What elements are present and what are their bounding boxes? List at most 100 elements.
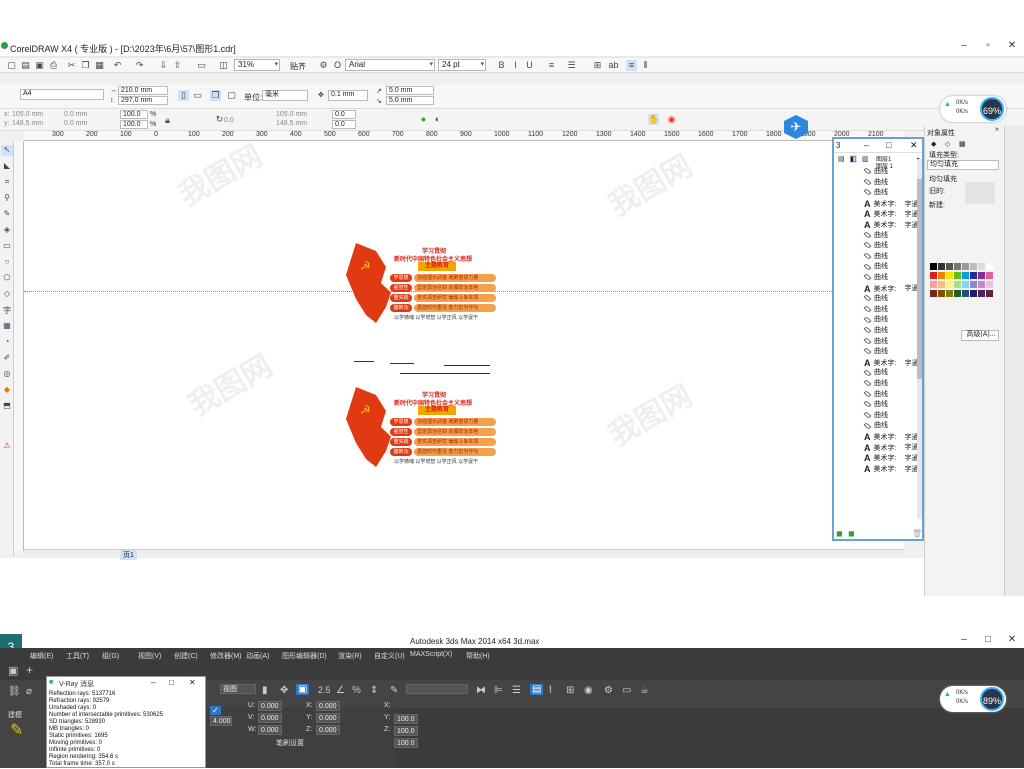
object-list-item[interactable]: 曲线 [863, 400, 888, 410]
page-width-field[interactable]: 210.0 mm [118, 86, 168, 95]
undo-icon[interactable]: ↶ [112, 60, 123, 71]
current-page-icon[interactable]: ▢ [226, 90, 237, 101]
text-format-icon[interactable]: ⊞ [592, 60, 603, 71]
max-menu-item[interactable]: 图形编辑器(D) [282, 651, 327, 661]
object-list-item[interactable]: A 美术字: 字通 [864, 358, 918, 368]
color-swatch[interactable] [978, 263, 985, 270]
link-icon[interactable]: ⛓ [8, 686, 21, 697]
object-list-item[interactable]: 曲线 [863, 379, 888, 389]
color-swatch[interactable] [962, 272, 969, 279]
bullet-icon[interactable]: ☰ [566, 60, 577, 71]
fill-type-select[interactable]: 均匀填充 [927, 160, 999, 170]
scale-x-field[interactable]: 100.0 [394, 714, 418, 724]
object-list-item[interactable]: 曲线 [863, 326, 888, 336]
crop-tool-icon[interactable]: ⌗ [1, 177, 13, 188]
application-launcher-icon[interactable]: ▭ [196, 60, 207, 71]
object-list-item[interactable]: 曲线 [863, 167, 888, 177]
object-list-item[interactable]: 曲线 [863, 389, 888, 400]
network-speed-widget[interactable]: ▲ 0K/s 0K/s 69% [940, 96, 1006, 122]
render-setup-icon[interactable]: ⚙ [604, 685, 613, 696]
rectangle-tool-icon[interactable]: ▭ [1, 241, 13, 252]
ellipse-tool-icon[interactable]: ○ [1, 257, 13, 268]
collapse-icon[interactable]: » [995, 126, 999, 133]
color-swatch[interactable] [962, 263, 969, 270]
object-list-item[interactable]: 曲线 [863, 347, 888, 357]
offset-x-field[interactable]: 0.0 [332, 110, 356, 119]
named-selection-icon[interactable]: ✎ [390, 685, 398, 696]
new-layer-icon[interactable]: ◼ [836, 529, 843, 538]
checkbox-icon[interactable]: ✓ [210, 706, 221, 715]
outline-tab-icon[interactable]: ◇ [945, 140, 950, 148]
color-swatch[interactable] [930, 281, 937, 288]
color-swatch[interactable] [954, 290, 961, 297]
smart-fill-icon[interactable]: ◈ [1, 225, 13, 236]
brush-settings-label[interactable]: 笔刷设置 [276, 738, 304, 748]
page-height-field[interactable]: 297.0 mm [118, 96, 168, 105]
spinner-snap-icon[interactable]: ⇕ [370, 685, 378, 696]
nudge-distance-field[interactable]: 0.1 mm [328, 90, 368, 101]
save-icon[interactable]: ▣ [34, 60, 45, 71]
object-list-item[interactable]: 曲线 [863, 230, 888, 241]
color-swatch[interactable] [978, 290, 985, 297]
close-icon[interactable]: ✕ [998, 40, 1024, 54]
brush-size-field[interactable]: 4.000 [210, 716, 232, 726]
max-menu-item[interactable]: 帮助(H) [466, 651, 490, 661]
max-menu-item[interactable]: 编辑(E) [30, 651, 53, 661]
redo-icon[interactable]: ↷ [134, 60, 145, 71]
minimize-icon[interactable]: – [151, 678, 155, 687]
mirror-icon[interactable]: ⧓ [476, 685, 486, 696]
max-menu-item[interactable]: 创建(C) [174, 651, 198, 661]
portrait-icon[interactable]: ▯ [178, 90, 189, 101]
design-preview-bottom[interactable]: ☭ 学习贯彻 新时代中国特色社会主义思想 主题教育 学思想 加强理论武装 凝聚奋进… [346, 387, 506, 477]
color-swatch[interactable] [978, 281, 985, 288]
color-swatch[interactable] [938, 263, 945, 270]
schematic-view-icon[interactable]: ⊞ [566, 685, 574, 696]
color-swatch[interactable] [946, 281, 953, 288]
new-master-layer-icon[interactable]: ◼ [848, 529, 855, 538]
select-move-icon[interactable]: ✥ [280, 685, 288, 696]
zoom-tool-icon[interactable]: ⚲ [1, 193, 13, 204]
hand-tool-icon[interactable]: ✋ [648, 114, 659, 125]
table-tool-icon[interactable]: ▦ [1, 321, 13, 332]
maximize-icon[interactable]: □ [886, 140, 891, 150]
close-icon[interactable]: ✕ [189, 678, 196, 687]
color-swatch[interactable] [946, 290, 953, 297]
u-field[interactable]: 0.000 [258, 701, 282, 711]
reference-coordinate-select[interactable]: 视图 [220, 684, 256, 694]
polygon-tool-icon[interactable]: ⬠ [1, 273, 13, 284]
max-menu-item[interactable]: 渲染(R) [338, 651, 362, 661]
max-menu-item[interactable]: 自定义(U) [374, 651, 405, 661]
color-swatch[interactable] [938, 281, 945, 288]
graphite-ribbon-icon[interactable]: ▤ [530, 684, 544, 695]
w-field[interactable]: 0.000 [258, 725, 282, 735]
scale-y-field[interactable]: 100.0 [120, 120, 148, 129]
object-list-item[interactable]: 曲线 [863, 305, 888, 315]
color-swatch[interactable] [970, 272, 977, 279]
object-list-item[interactable]: 曲线 [863, 177, 888, 188]
color-swatch[interactable] [954, 272, 961, 279]
print-icon[interactable]: ⎙ [48, 60, 59, 71]
docker-tabs-strip[interactable] [1004, 126, 1024, 596]
max-menu-item[interactable]: MAXScript(X) [410, 651, 452, 658]
horizontal-text-icon[interactable]: ≡ [626, 60, 637, 71]
pick-tool-icon[interactable]: ↖ [1, 145, 13, 156]
render-icon[interactable]: ☕ [640, 685, 649, 696]
object-list-item[interactable]: A 美术字: 字通 [864, 443, 918, 453]
color-swatch[interactable] [962, 290, 969, 297]
layer-manager-icon[interactable]: ◧ [850, 155, 857, 163]
outline-tool-icon[interactable]: ◎ [1, 369, 13, 380]
fill-icon[interactable]: ● [418, 114, 429, 125]
color-swatch[interactable] [954, 263, 961, 270]
y-offset-field[interactable]: 0.000 [316, 713, 340, 723]
landscape-icon[interactable]: ▭ [192, 90, 203, 101]
color-swatch[interactable] [938, 272, 945, 279]
render-frame-icon[interactable]: ▭ [622, 685, 631, 696]
close-icon[interactable]: ✕ [910, 140, 918, 151]
color-swatch[interactable] [946, 263, 953, 270]
fill-tab-icon[interactable]: ◆ [931, 140, 936, 148]
layer-list-icon[interactable]: ▥ [862, 155, 869, 163]
freehand-tool-icon[interactable]: ✎ [1, 209, 13, 220]
font-size-select[interactable]: 24 pt ▾ [438, 59, 486, 71]
bold-icon[interactable]: B [496, 60, 507, 71]
color-swatch[interactable] [970, 290, 977, 297]
